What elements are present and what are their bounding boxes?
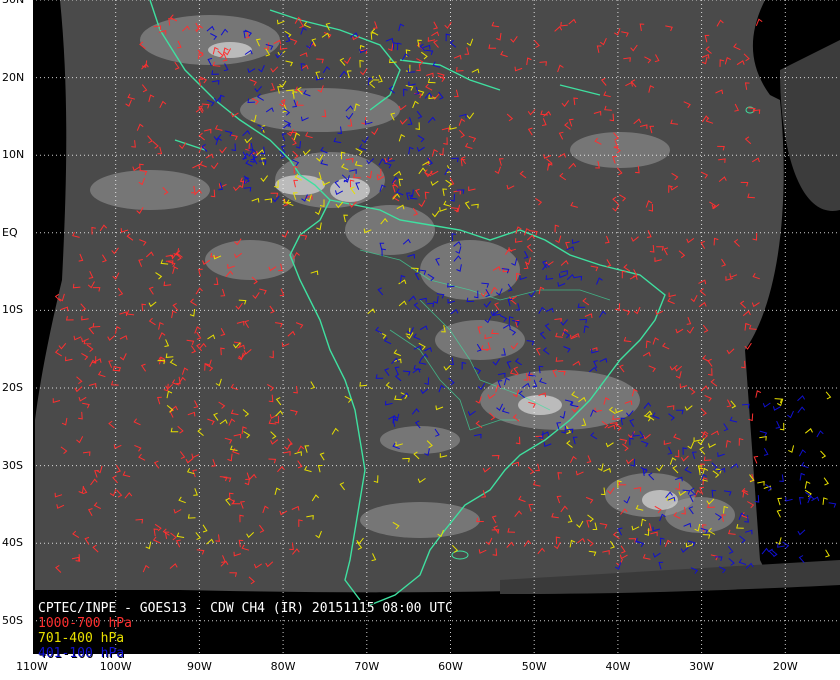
- map-frame: 30N 20N 10N EQ 10S 20S 30S 40S 50S 110W 100W 90W 80…: [0, 0, 840, 680]
- cloud-patch: [140, 15, 280, 65]
- lat-label: 20N: [2, 70, 25, 84]
- cloud-patch: [380, 426, 460, 454]
- lon-label: 70W: [354, 660, 380, 673]
- lat-label: 40S: [2, 536, 23, 550]
- lon-label: 40W: [605, 660, 631, 673]
- cloud-patch: [345, 205, 435, 255]
- lon-label: 80W: [270, 660, 296, 673]
- cloud-patch: [480, 370, 640, 430]
- cloud-patch: [90, 170, 210, 210]
- bright-cloud: [275, 175, 325, 195]
- cloud-patch: [435, 320, 525, 360]
- lat-label: 20S: [2, 381, 23, 394]
- legend-mid-level: 701-400 hPa: [38, 631, 125, 646]
- lon-label: 30W: [689, 660, 715, 673]
- legend-low-level: 1000-700 hPa: [38, 616, 132, 631]
- lon-label: 100W: [99, 660, 132, 673]
- lon-label: 60W: [438, 660, 463, 673]
- lat-label: 10N: [2, 148, 25, 162]
- cloud-patch: [205, 240, 295, 280]
- lat-label: 30N: [2, 0, 30, 6]
- lon-label: 90W: [186, 660, 212, 673]
- legend-high-level: 401-100 hPa: [38, 646, 125, 661]
- lat-label: EQ: [2, 225, 18, 239]
- caption-title: CPTEC/INPE - GOES13 - CDW CH4 (IR) 20151…: [38, 601, 453, 616]
- lat-label: 10S: [2, 303, 23, 317]
- cloud-patch: [420, 240, 520, 300]
- lat-label: 50S: [2, 613, 23, 627]
- lon-label: 50W: [521, 660, 547, 673]
- lon-label: 20W: [772, 660, 798, 673]
- satellite-map: [31, 0, 840, 656]
- lon-label: 110W: [16, 660, 48, 673]
- lat-label: 30S: [2, 458, 23, 472]
- cloud-patch: [360, 502, 480, 538]
- map-caption: CPTEC/INPE - GOES13 - CDW CH4 (IR) 20151…: [38, 601, 453, 661]
